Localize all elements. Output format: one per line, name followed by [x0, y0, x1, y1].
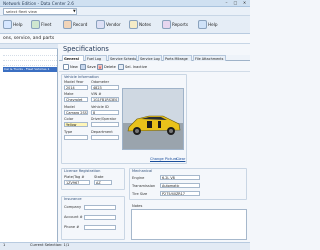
- save-button[interactable]: Save: [80, 63, 96, 70]
- sidebar-item-selected[interactable]: Car & Trucks - Fleet Vehicles 1: [3, 67, 57, 72]
- toolbar-reports-button[interactable]: Reports: [161, 17, 188, 32]
- close-button[interactable]: ✕: [240, 0, 249, 6]
- path-text: ons, service, and parts: [3, 36, 55, 41]
- fleet-icon: [31, 20, 40, 29]
- vehicle-id-label: Vehicle ID: [91, 105, 109, 109]
- clear-picture-link[interactable]: Clear: [176, 157, 185, 161]
- toolbar-question-button[interactable]: Help: [197, 17, 222, 32]
- type-field[interactable]: [64, 135, 88, 140]
- company-field[interactable]: [84, 205, 116, 210]
- odometer-field[interactable]: 4823: [91, 85, 119, 90]
- sidebar: [0, 44, 58, 242]
- delete-icon: ✕: [97, 63, 103, 70]
- department-label: Department: [91, 130, 113, 134]
- color-label: Color: [64, 117, 74, 121]
- phone-label: Phone #: [64, 225, 80, 229]
- minimize-button[interactable]: –: [222, 0, 231, 6]
- question-icon: [198, 20, 207, 29]
- maximize-button[interactable]: □: [231, 0, 240, 6]
- page-title: Specifications: [63, 45, 109, 53]
- notes-label: Notes: [132, 204, 143, 208]
- engine-label: Engine: [132, 176, 145, 180]
- transmission-field[interactable]: Automatic: [160, 183, 200, 188]
- window-title: Network Edition - Data Center 2.6: [3, 1, 74, 6]
- model-field[interactable]: Camaro 2SS: [64, 110, 88, 115]
- tree-row[interactable]: [3, 62, 57, 66]
- filter-icon: [118, 63, 124, 70]
- toolbar-vendor-button[interactable]: Vendor: [95, 17, 121, 32]
- vehicle-id-field[interactable]: 8: [91, 110, 119, 115]
- select-inactive-button[interactable]: Sel. Inactive: [118, 63, 147, 70]
- sidebar-header: [0, 44, 58, 49]
- odometer-label: Odometer: [91, 80, 110, 84]
- chevron-down-icon[interactable]: ▼: [73, 9, 76, 13]
- notes-icon: [129, 20, 138, 29]
- notes-textarea[interactable]: [131, 209, 247, 240]
- insurance-heading: Insurance: [64, 197, 82, 201]
- transmission-label: Transmission: [132, 184, 156, 188]
- engine-field[interactable]: 6.2L V8: [160, 175, 200, 180]
- tire-size-field[interactable]: P275/40ZR17: [160, 191, 200, 196]
- new-button[interactable]: New: [63, 63, 78, 70]
- toolbar-record-button[interactable]: Record: [62, 17, 87, 32]
- account-field[interactable]: [84, 215, 116, 220]
- phone-field[interactable]: [84, 225, 116, 230]
- driver-field[interactable]: [91, 122, 119, 127]
- model-label: Model: [64, 105, 75, 109]
- toolbar-help-button[interactable]: Help: [2, 17, 27, 32]
- status-record-count: 1: [3, 243, 6, 247]
- color-field[interactable]: Yellow: [64, 122, 88, 127]
- model-year-field[interactable]: 2014: [64, 85, 88, 90]
- vehicle-info-heading: Vehicle Information: [64, 75, 99, 79]
- sidebar-item-label: Car & Trucks - Fleet Vehicles 1: [4, 67, 50, 71]
- tree-row[interactable]: [3, 57, 57, 61]
- mechanical-heading: Mechanical: [132, 169, 153, 173]
- help-icon: [3, 20, 12, 29]
- license-heading: License Registration: [64, 169, 101, 173]
- driver-label: Driver/Operator: [91, 117, 117, 121]
- plate-label: Plate/Tag #: [64, 175, 85, 179]
- make-label: Make: [64, 92, 74, 96]
- new-icon: [63, 63, 69, 70]
- account-label: Account #: [64, 215, 83, 219]
- vin-field[interactable]: 1G1FB1RS3E0129283: [91, 97, 119, 102]
- save-icon: [80, 63, 86, 70]
- state-field[interactable]: AZ: [94, 180, 112, 185]
- company-label: Company: [64, 205, 82, 209]
- state-label: State: [94, 175, 104, 179]
- plate-field[interactable]: 1ZV967: [64, 180, 90, 185]
- tire-size-label: Tire Size: [132, 192, 148, 196]
- record-icon: [63, 20, 72, 29]
- car-image: [123, 89, 183, 149]
- toolbar-fleet-button[interactable]: Fleet: [30, 17, 55, 32]
- tree-row[interactable]: [3, 52, 57, 56]
- vin-label: VIN #: [91, 92, 102, 96]
- reports-icon: [162, 20, 171, 29]
- department-field[interactable]: [91, 135, 119, 140]
- vendor-icon: [96, 20, 105, 29]
- toolbar-notes-button[interactable]: Notes: [128, 17, 153, 32]
- fleet-selector[interactable]: select fleet view: [3, 8, 77, 15]
- status-selection: Current Selection: 1/1: [30, 243, 70, 247]
- vehicle-photo: [122, 88, 184, 150]
- type-label: Type: [64, 130, 73, 134]
- delete-button[interactable]: ✕ Delete: [97, 63, 116, 70]
- model-year-label: Model Year: [64, 80, 84, 84]
- make-field[interactable]: Chevrolet: [64, 97, 88, 102]
